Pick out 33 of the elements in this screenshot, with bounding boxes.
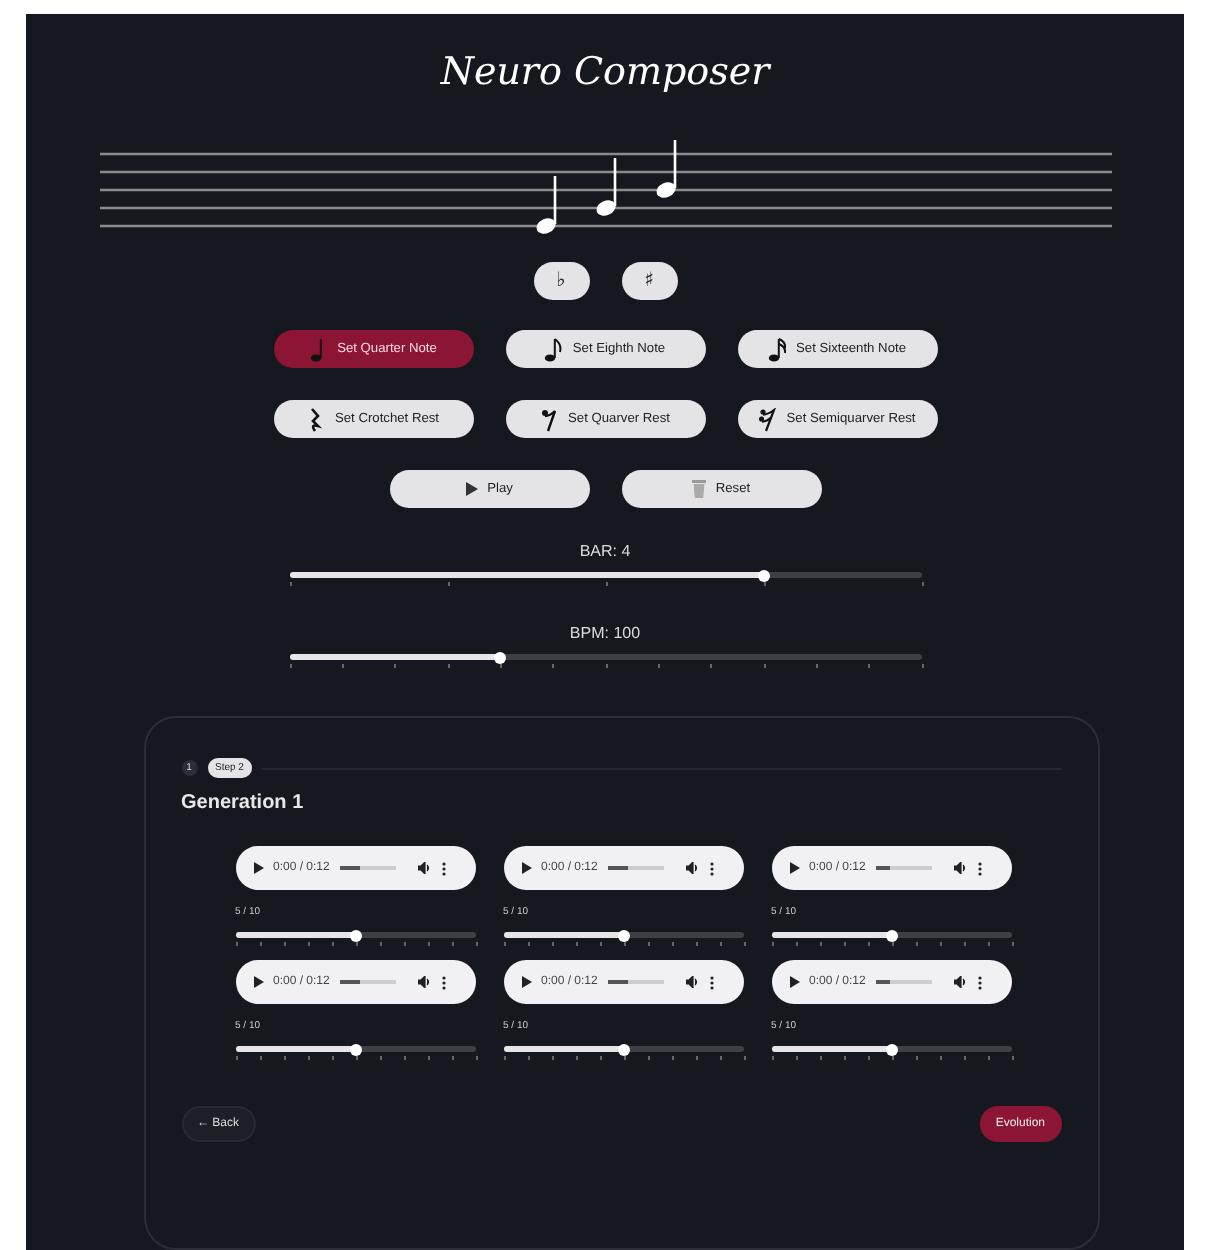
- rest-icon: [306, 407, 325, 431]
- volume-icon[interactable]: [685, 976, 700, 988]
- play-icon[interactable]: [789, 976, 799, 988]
- play-icon[interactable]: [253, 976, 263, 988]
- more-icon[interactable]: [709, 861, 714, 875]
- generation-title: Generation 1: [181, 792, 306, 814]
- volume-icon[interactable]: [417, 976, 432, 988]
- play-icon[interactable]: [253, 862, 263, 874]
- slider-label: BAR: 4: [579, 542, 631, 562]
- play-icon: [465, 482, 478, 496]
- note-icon: [544, 337, 563, 361]
- slider-label: BPM: 100: [569, 624, 641, 644]
- accidental-button[interactable]: ♭: [533, 262, 589, 300]
- volume-icon[interactable]: [685, 862, 700, 874]
- play-icon[interactable]: [521, 976, 531, 988]
- volume-icon[interactable]: [953, 976, 968, 988]
- accidental-button[interactable]: ♯: [621, 262, 677, 300]
- rest-icon: [758, 407, 777, 431]
- rest-icon: [540, 407, 559, 431]
- more-icon[interactable]: [441, 861, 446, 875]
- volume-icon[interactable]: [953, 862, 968, 874]
- slider[interactable]: [289, 652, 921, 672]
- more-icon[interactable]: [977, 975, 982, 989]
- more-icon[interactable]: [441, 975, 446, 989]
- play-icon[interactable]: [521, 862, 531, 874]
- volume-icon[interactable]: [417, 862, 432, 874]
- trash-icon: [691, 480, 706, 498]
- note-icon: [768, 337, 786, 361]
- play-icon[interactable]: [789, 862, 799, 874]
- app-title: Neuro Composer: [440, 48, 770, 98]
- more-icon[interactable]: [977, 861, 982, 875]
- more-icon[interactable]: [709, 975, 714, 989]
- note-icon: [309, 337, 328, 361]
